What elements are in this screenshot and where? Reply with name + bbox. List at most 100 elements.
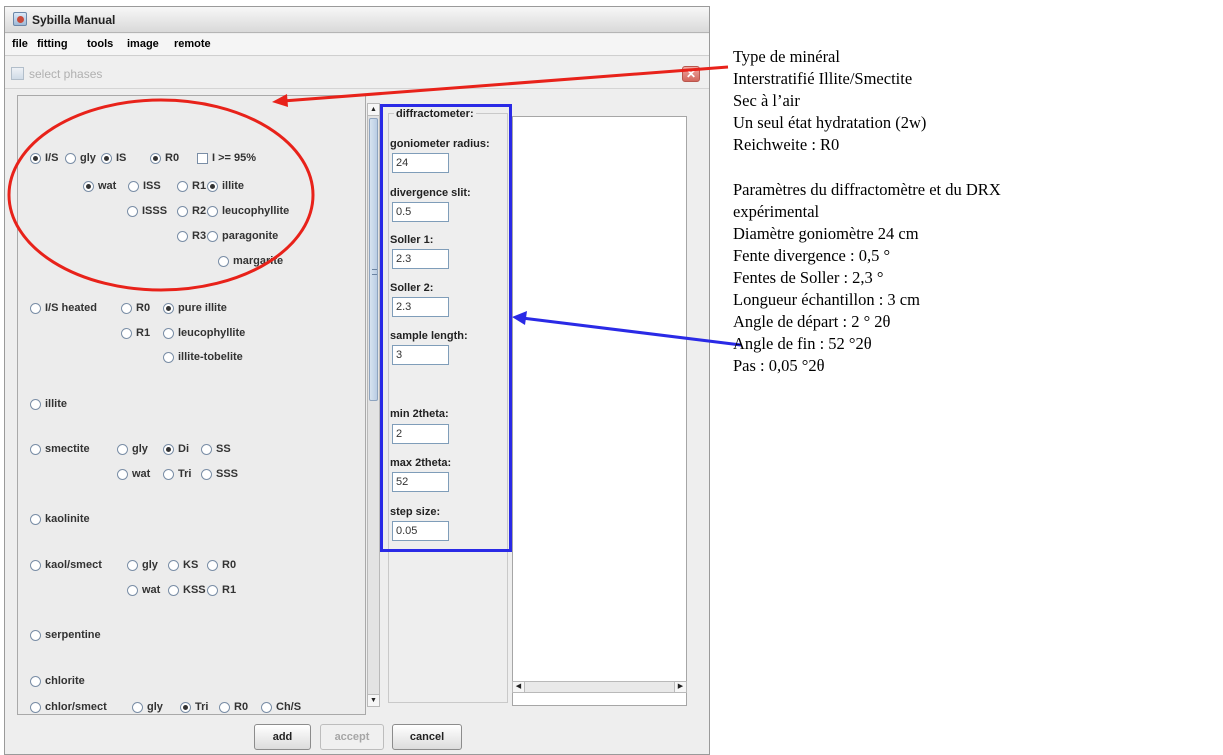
radio-kaolinite[interactable]: kaolinite <box>30 513 90 525</box>
radio-kaol-gly[interactable]: gly <box>127 559 158 571</box>
radio-is-r0[interactable]: R0 <box>150 152 179 164</box>
radio-kaol-wat[interactable]: wat <box>127 584 160 596</box>
option-label: R0 <box>165 152 180 164</box>
menu-tools[interactable]: tools <box>87 38 113 50</box>
option-label: chlor/smect <box>45 701 107 713</box>
radio-icon <box>30 675 41 687</box>
option-label: Tri <box>195 701 209 713</box>
checkbox-icon <box>197 152 208 164</box>
option-label: gly <box>80 152 96 164</box>
radio-icon <box>128 180 139 192</box>
radio-serpentine[interactable]: serpentine <box>30 629 101 641</box>
radio-icon <box>117 443 128 455</box>
option-label: R1 <box>222 584 237 596</box>
annotation-diffr-end-angle: Angle de fin : 52 °2θ <box>733 334 872 353</box>
option-label: wat <box>142 584 161 596</box>
radio-icon <box>30 302 41 314</box>
radio-icon <box>121 302 132 314</box>
selected-phases-list[interactable] <box>512 116 687 706</box>
radio-icon <box>163 468 174 480</box>
radio-kaol-r1[interactable]: R1 <box>207 584 236 596</box>
option-label: R1 <box>136 327 151 339</box>
cancel-button[interactable]: cancel <box>392 724 462 750</box>
radio-is-is[interactable]: IS <box>101 152 126 164</box>
scroll-left-icon[interactable]: ◀ <box>513 682 525 692</box>
menu-file[interactable]: file <box>12 38 28 50</box>
radio-chlorite[interactable]: chlorite <box>30 675 85 687</box>
radio-icon <box>30 513 41 525</box>
menu-remote[interactable]: remote <box>174 38 211 50</box>
radio-is-paragonite[interactable]: paragonite <box>207 230 278 242</box>
option-label: serpentine <box>45 629 101 641</box>
radio-icon <box>121 327 132 339</box>
radio-kaol-kss[interactable]: KSS <box>168 584 206 596</box>
radio-heated-leucophyllite[interactable]: leucophyllite <box>163 327 245 339</box>
radio-chlor-r0[interactable]: R0 <box>219 701 248 713</box>
radio-kaol-smect[interactable]: kaol/smect <box>30 559 102 571</box>
annotation-mineral-type: Type de minéral <box>733 47 840 66</box>
radio-chlor-tri[interactable]: Tri <box>180 701 208 713</box>
radio-icon <box>30 559 41 571</box>
option-label: R0 <box>234 701 249 713</box>
radio-heated-r0[interactable]: R0 <box>121 302 150 314</box>
radio-chlor-smect[interactable]: chlor/smect <box>30 701 107 713</box>
list-horizontal-scrollbar[interactable]: ◀ ▶ <box>512 681 687 693</box>
menu-image[interactable]: image <box>127 38 159 50</box>
radio-selected-icon <box>207 180 218 192</box>
add-button[interactable]: add <box>254 724 311 750</box>
radio-smectite[interactable]: smectite <box>30 443 90 455</box>
accept-button[interactable]: accept <box>320 724 384 750</box>
radio-is-leucophyllite[interactable]: leucophyllite <box>207 205 289 217</box>
radio-is-r1[interactable]: R1 <box>177 180 206 192</box>
radio-smectite-tri[interactable]: Tri <box>163 468 191 480</box>
radio-smectite-ss[interactable]: SS <box>201 443 231 455</box>
option-label: I/S heated <box>45 302 97 314</box>
menu-fitting[interactable]: fitting <box>37 38 68 50</box>
radio-smectite-sss[interactable]: SSS <box>201 468 238 480</box>
radio-icon <box>30 629 41 641</box>
radio-icon <box>201 468 212 480</box>
option-label: I/S <box>45 152 59 164</box>
checkbox-i95[interactable]: I >= 95% <box>197 152 256 164</box>
radio-is-wat[interactable]: wat <box>83 180 116 192</box>
option-label: Tri <box>178 468 192 480</box>
radio-heated-pure-illite[interactable]: pure illite <box>163 302 227 314</box>
dialog-title-bar[interactable]: select phases ✕ <box>5 57 709 89</box>
option-label: smectite <box>45 443 90 455</box>
radio-kaol-ks[interactable]: KS <box>168 559 198 571</box>
phase-list-scrollbar[interactable]: ▲ ▼ <box>367 103 380 707</box>
radio-is-heated[interactable]: I/S heated <box>30 302 97 314</box>
radio-is-isss[interactable]: ISSS <box>127 205 167 217</box>
radio-chlor-chs[interactable]: Ch/S <box>261 701 301 713</box>
radio-is-gly[interactable]: gly <box>65 152 96 164</box>
radio-heated-r1[interactable]: R1 <box>121 327 150 339</box>
option-label: KS <box>183 559 199 571</box>
radio-smectite-di[interactable]: Di <box>163 443 189 455</box>
radio-heated-illite-tobelite[interactable]: illite-tobelite <box>163 351 243 363</box>
scroll-up-icon[interactable]: ▲ <box>368 104 379 116</box>
radio-icon <box>177 205 188 217</box>
option-label: kaol/smect <box>45 559 102 571</box>
scrollbar-thumb[interactable] <box>369 118 378 401</box>
radio-illite[interactable]: illite <box>30 398 67 410</box>
scroll-right-icon[interactable]: ▶ <box>674 682 686 692</box>
radio-is-r3[interactable]: R3 <box>177 230 206 242</box>
radio-is-type[interactable]: I/S <box>30 152 58 164</box>
radio-icon <box>30 398 41 410</box>
radio-is-illite[interactable]: illite <box>207 180 244 192</box>
radio-smectite-wat[interactable]: wat <box>117 468 150 480</box>
title-bar[interactable]: Sybilla Manual <box>5 7 709 33</box>
radio-chlor-gly[interactable]: gly <box>132 701 163 713</box>
radio-is-iss[interactable]: ISS <box>128 180 161 192</box>
option-label: margarite <box>233 255 284 267</box>
close-icon[interactable]: ✕ <box>682 66 700 82</box>
java-app-icon <box>13 12 27 26</box>
scroll-down-icon[interactable]: ▼ <box>368 694 379 706</box>
radio-is-r2[interactable]: R2 <box>177 205 206 217</box>
radio-kaol-r0[interactable]: R0 <box>207 559 236 571</box>
grip-icon <box>372 269 377 275</box>
radio-is-margarite[interactable]: margarite <box>218 255 283 267</box>
radio-smectite-gly[interactable]: gly <box>117 443 148 455</box>
dialog-icon <box>11 67 24 80</box>
option-label: KSS <box>183 584 206 596</box>
